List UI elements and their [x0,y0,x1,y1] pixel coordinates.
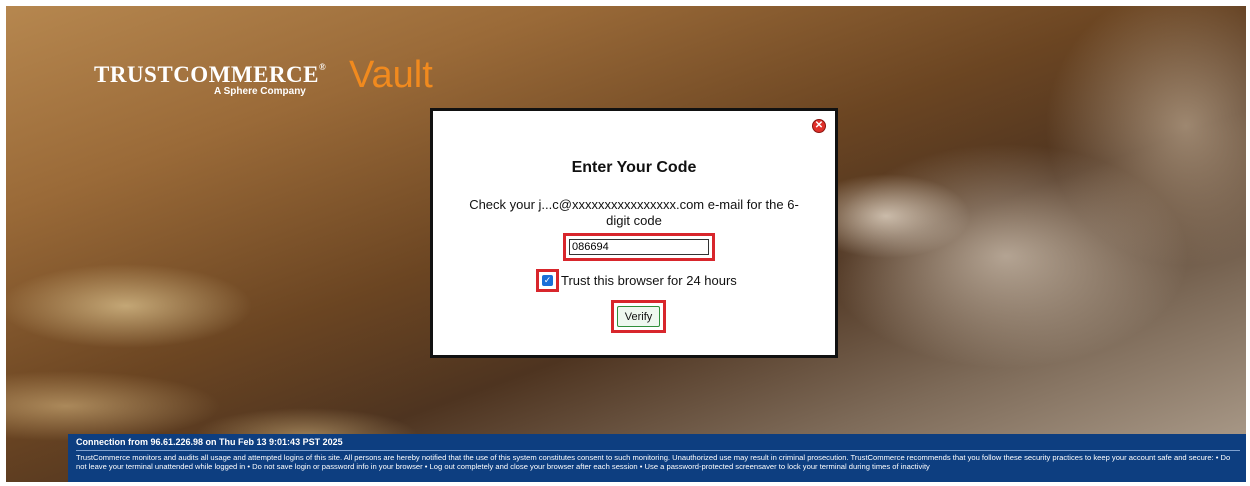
verify-button[interactable]: Verify [617,306,660,327]
brand-name: TRUSTCOMMERCE [94,62,320,87]
brand-tagline: A Sphere Company [214,86,306,97]
verify-button-highlight: Verify [611,300,666,333]
registered-mark: ® [319,62,327,72]
product-name: Vault [349,54,433,96]
verification-code-input[interactable] [569,239,709,255]
connection-info: Connection from 96.61.226.98 on Thu Feb … [76,437,343,447]
code-input-highlight [563,233,715,261]
close-circle-icon[interactable]: ✕ [812,119,826,133]
dialog-message: Check your j...c@xxxxxxxxxxxxxxxx.com e-… [469,197,799,228]
security-notice-text: TrustCommerce monitors and audits all us… [76,453,1231,471]
security-notice-footer: Connection from 96.61.226.98 on Thu Feb … [68,434,1246,482]
dialog-title: Enter Your Code [571,159,697,176]
trust-browser-checkbox[interactable]: ✓ [542,275,553,286]
verification-dialog: ✕ Enter Your Code Check your j...c@xxxxx… [430,108,838,358]
footer-divider [76,450,1240,451]
trust-browser-label[interactable]: Trust this browser for 24 hours [561,273,737,288]
trust-checkbox-highlight: ✓ [536,269,559,292]
